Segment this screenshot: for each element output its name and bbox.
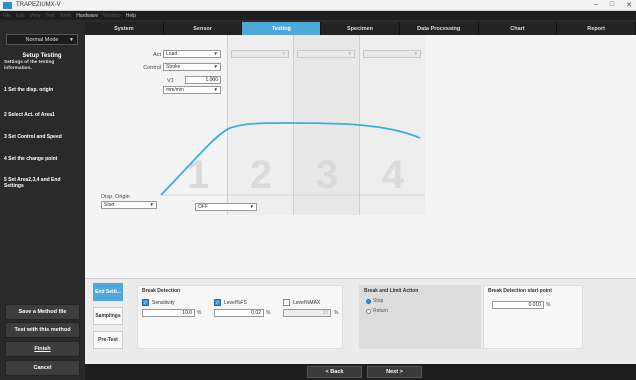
- radio-empty-icon: [366, 308, 371, 314]
- finish-label: Finish: [34, 346, 51, 352]
- window-controls: – □ ✕: [594, 1, 632, 9]
- break-start-title: Break Detection start point: [488, 288, 552, 294]
- cancel-button[interactable]: Cancel: [5, 360, 80, 376]
- break-detection-title: Break Detection: [142, 288, 181, 294]
- save-method-button[interactable]: Save a Method file: [5, 304, 80, 320]
- stop-radio[interactable]: Stop: [366, 298, 383, 304]
- change-point-value: OFF: [198, 204, 208, 210]
- break-action-title: Break and Limit Action: [364, 288, 419, 294]
- tab-end-settings[interactable]: End Setti...: [93, 283, 123, 301]
- chevron-down-icon: ▼: [69, 36, 74, 43]
- levelfs-label: Level%FS: [224, 299, 247, 306]
- tab-testing[interactable]: Testing: [242, 22, 322, 35]
- mode-dropdown[interactable]: Normal Mode ▼: [6, 34, 78, 45]
- break-start-unit: %: [546, 302, 551, 308]
- main-tabs: System Sensor Testing Specimen Data Proc…: [85, 22, 636, 35]
- radio-selected-icon: [366, 298, 371, 304]
- maximize-icon[interactable]: □: [610, 1, 614, 9]
- levelfs-unit: %: [266, 310, 271, 316]
- test-curve: [160, 122, 425, 196]
- levelmax-label: Level%MAX: [293, 299, 321, 306]
- menu-view[interactable]: View: [30, 13, 41, 19]
- finish-button[interactable]: Finish: [5, 341, 80, 357]
- change-point-select[interactable]: OFF ▼: [195, 203, 257, 211]
- levelfs-checkbox[interactable]: ✓ Level%FS: [214, 299, 247, 306]
- tab-samplings[interactable]: Samplings: [93, 307, 123, 325]
- tab-report[interactable]: Report: [557, 22, 636, 35]
- levelmax-input[interactable]: 10: [283, 309, 331, 317]
- end-settings-panel: End Setti... Samplings Pre-Test Break De…: [85, 278, 636, 364]
- sensitivity-checkbox[interactable]: ✓ Sensitivity: [142, 299, 175, 306]
- sensitivity-input[interactable]: 10.0: [142, 309, 195, 317]
- app-logo-icon: [3, 1, 12, 9]
- next-button[interactable]: Next >: [367, 366, 422, 378]
- menu-edit[interactable]: Edit: [16, 13, 25, 19]
- sensitivity-label: Sensitivity: [152, 299, 175, 306]
- sensitivity-unit: %: [197, 310, 202, 316]
- levelmax-checkbox[interactable]: Level%MAX: [283, 299, 320, 306]
- break-start-input[interactable]: 0.010: [492, 301, 544, 309]
- menu-bar: File Edit View Test Tools Hardware Windo…: [0, 11, 636, 20]
- curve-line: [160, 122, 421, 196]
- check-icon: ✓: [142, 299, 149, 306]
- menu-tools[interactable]: Tools: [60, 13, 72, 19]
- disp-origin-label: Disp. Origin: [101, 194, 130, 200]
- step-1[interactable]: 1 Set the disp. origin: [4, 87, 81, 93]
- stop-label: Stop: [373, 298, 384, 304]
- tab-system[interactable]: System: [85, 22, 164, 35]
- step-5[interactable]: 5 Set Area2,3,4 and End Settings: [4, 177, 81, 189]
- menu-window[interactable]: Window: [103, 13, 121, 19]
- levelfs-input[interactable]: 0.02: [214, 309, 264, 317]
- break-action-panel: Break and Limit Action Stop Return: [359, 285, 481, 349]
- tab-specimen[interactable]: Specimen: [321, 22, 400, 35]
- break-detection-panel: Break Detection ✓ Sensitivity 10.0 % ✓ L…: [137, 285, 343, 349]
- window-title: TRAPEZIUMX-V: [16, 2, 61, 8]
- menu-hardware[interactable]: Hardware: [76, 13, 98, 19]
- close-icon[interactable]: ✕: [626, 1, 632, 9]
- step-2[interactable]: 2 Select Act. of Area1: [4, 112, 81, 118]
- test-with-method-button[interactable]: Test with this method: [5, 322, 80, 338]
- minimize-icon[interactable]: –: [594, 1, 598, 9]
- check-icon: ✓: [214, 299, 221, 306]
- chevron-down-icon: ▼: [249, 204, 254, 209]
- step-4[interactable]: 4 Set the change point: [4, 156, 81, 162]
- menu-test[interactable]: Test: [45, 13, 54, 19]
- menu-file[interactable]: File: [3, 13, 11, 19]
- back-button[interactable]: < Back: [307, 366, 362, 378]
- step-3[interactable]: 3 Set Control and Speed: [4, 134, 81, 140]
- return-label: Return: [373, 308, 389, 314]
- chevron-down-icon: ▼: [149, 202, 154, 207]
- title-bar: TRAPEZIUMX-V – □ ✕: [0, 0, 636, 11]
- tab-sensor[interactable]: Sensor: [163, 22, 243, 35]
- disp-origin-value: Start: [104, 202, 115, 208]
- checkbox-empty-icon: [283, 299, 290, 306]
- levelmax-unit: %: [334, 310, 339, 316]
- menu-help[interactable]: Help: [126, 13, 136, 19]
- tab-chart[interactable]: Chart: [478, 22, 558, 35]
- setup-subtitle: Settings of the testing information.: [4, 60, 55, 71]
- break-start-panel: Break Detection start point 0.010 %: [483, 285, 583, 349]
- wizard-footer: < Back Next >: [85, 364, 636, 380]
- setup-title: Setup Testing: [22, 53, 62, 59]
- tab-pre-test[interactable]: Pre-Test: [93, 331, 123, 349]
- sidebar: Normal Mode ▼ Setup Testing Settings of …: [0, 20, 85, 380]
- disp-origin-select[interactable]: Start ▼: [101, 201, 157, 209]
- mode-label: Normal Mode: [25, 36, 59, 43]
- tab-data-processing[interactable]: Data Processing: [399, 22, 479, 35]
- return-radio[interactable]: Return: [366, 308, 388, 314]
